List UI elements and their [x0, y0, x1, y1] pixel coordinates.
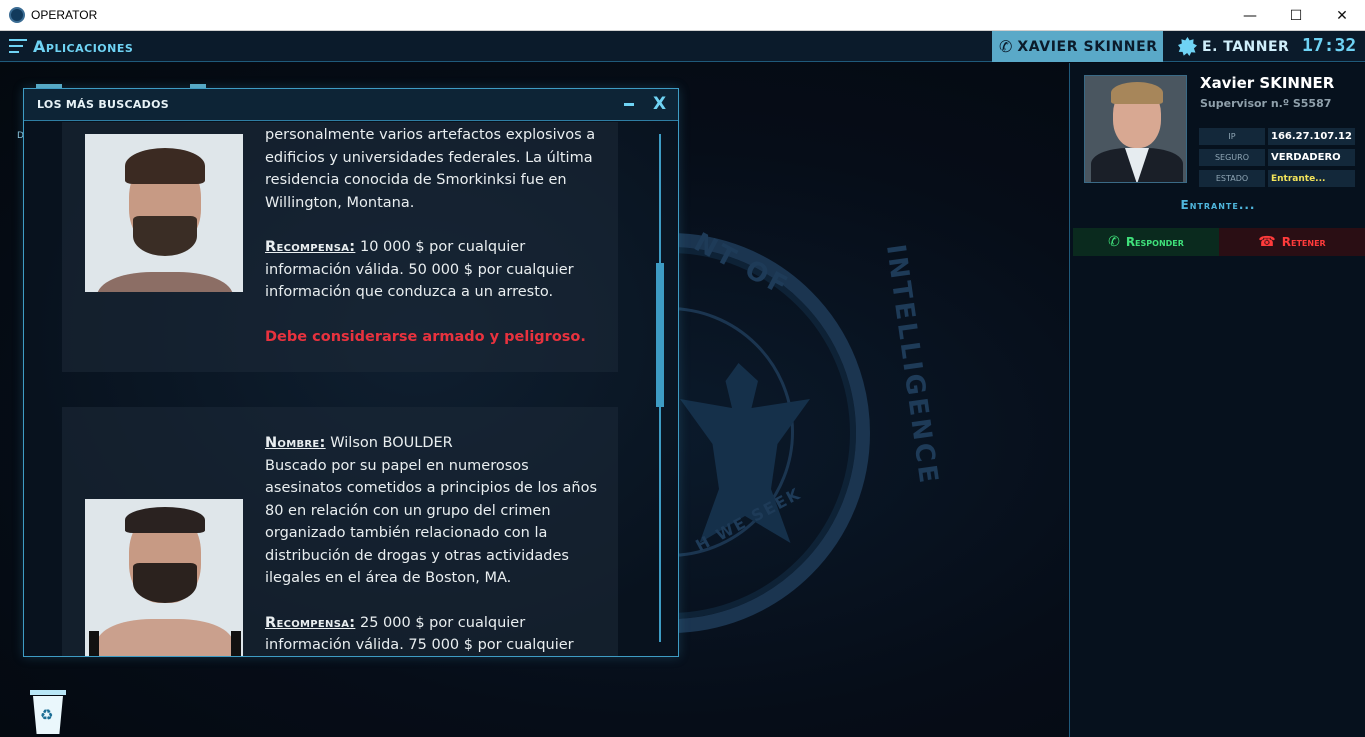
reward-paragraph: Recompensa: 10 000 $ por cualquier infor… — [265, 236, 605, 304]
hamburger-icon — [9, 39, 27, 53]
suspect-photo — [85, 134, 243, 292]
call-panel: Xavier SKINNER Supervisor n.º S5587 IP 1… — [1069, 63, 1365, 737]
name-paragraph: Nombre: Wilson BOULDER — [265, 432, 605, 455]
recycle-bin-icon[interactable]: ♻ — [30, 690, 66, 734]
info-row-status: ESTADO Entrante... — [1199, 170, 1355, 187]
name-label: Nombre: — [265, 435, 326, 451]
active-call-name: XAVIER SKINNER — [1017, 38, 1158, 55]
agent-badge[interactable]: E. TANNER — [1178, 31, 1289, 62]
info-key: IP — [1199, 128, 1265, 145]
caller-role: Supervisor n.º S5587 — [1200, 97, 1332, 110]
caller-photo — [1084, 75, 1187, 183]
answer-label: Responder — [1125, 235, 1184, 249]
phone-icon: ✆ — [999, 37, 1013, 56]
hold-button[interactable]: ☎ Retener — [1219, 228, 1365, 256]
most-wanted-window: LOS MÁS BUSCADOS X personalmente varios … — [23, 88, 679, 657]
wanted-card-text: Nombre: Wilson BOULDER Buscado por su pa… — [265, 432, 605, 657]
reward-paragraph: Recompensa: 25 000 $ por cualquier infor… — [265, 612, 605, 657]
close-window-button[interactable]: ✕ — [1319, 0, 1365, 31]
suspect-description: Buscado por su papel en numerosos asesin… — [265, 457, 598, 587]
close-icon[interactable]: X — [653, 94, 666, 114]
active-call-tab[interactable]: ✆ XAVIER SKINNER — [992, 31, 1163, 62]
wanted-card-text: personalmente varios artefactos explosiv… — [265, 124, 605, 348]
call-status: Entrante... — [1180, 198, 1256, 212]
info-row-ip: IP 166.27.107.12 — [1199, 128, 1355, 145]
hold-label: Retener — [1281, 235, 1326, 249]
call-actions: ✆ Responder ☎ Retener — [1073, 228, 1365, 256]
info-value: VERDADERO — [1268, 149, 1355, 166]
minimize-icon[interactable] — [624, 103, 634, 106]
suspect-name: Wilson BOULDER — [325, 435, 453, 451]
info-value: Entrante... — [1268, 170, 1355, 187]
minimize-window-button[interactable]: — — [1227, 0, 1273, 31]
answer-button[interactable]: ✆ Responder — [1073, 228, 1219, 256]
danger-warning: Debe considerarse armado y peligroso. — [265, 328, 586, 345]
most-wanted-header: LOS MÁS BUSCADOS — [24, 89, 678, 121]
most-wanted-list[interactable]: personalmente varios artefactos explosiv… — [24, 122, 678, 657]
caller-name: Xavier SKINNER — [1200, 74, 1335, 92]
info-value: 166.27.107.12 — [1268, 128, 1355, 145]
badge-icon — [1178, 37, 1197, 56]
reward-label: Recompensa: — [265, 239, 356, 255]
app-top-bar: Aplicaciones ✆ XAVIER SKINNER E. TANNER … — [0, 31, 1365, 62]
info-key: SEGURO — [1199, 149, 1265, 166]
info-row-secure: SEGURO VERDADERO — [1199, 149, 1355, 166]
window-title-bar: OPERATOR — ☐ ✕ — [0, 0, 1365, 31]
suspect-photo — [85, 499, 243, 656]
wanted-card: Nombre: Wilson BOULDER Buscado por su pa… — [62, 407, 618, 657]
maximize-window-button[interactable]: ☐ — [1273, 0, 1319, 31]
clock: 17:32 — [1302, 35, 1357, 56]
agency-seal-icon — [9, 7, 25, 23]
info-key: ESTADO — [1199, 170, 1265, 187]
hang-up-icon: ☎ — [1258, 234, 1276, 250]
agent-name: E. TANNER — [1202, 38, 1290, 55]
window-title: OPERATOR — [31, 8, 98, 22]
most-wanted-title: LOS MÁS BUSCADOS — [37, 98, 169, 111]
wanted-card: personalmente varios artefactos explosiv… — [62, 122, 618, 372]
suspect-description: personalmente varios artefactos explosiv… — [265, 127, 596, 211]
reward-label: Recompensa: — [265, 614, 356, 631]
caller-card: Xavier SKINNER Supervisor n.º S5587 IP 1… — [1083, 74, 1357, 187]
window-controls: — ☐ ✕ — [1227, 0, 1365, 31]
caller-info-table: IP 166.27.107.12 SEGURO VERDADERO ESTADO… — [1199, 128, 1355, 191]
phone-icon: ✆ — [1108, 234, 1120, 250]
scrollbar-thumb[interactable] — [656, 263, 664, 407]
applications-label: Aplicaciones — [33, 36, 134, 56]
applications-menu-button[interactable]: Aplicaciones — [9, 37, 133, 56]
